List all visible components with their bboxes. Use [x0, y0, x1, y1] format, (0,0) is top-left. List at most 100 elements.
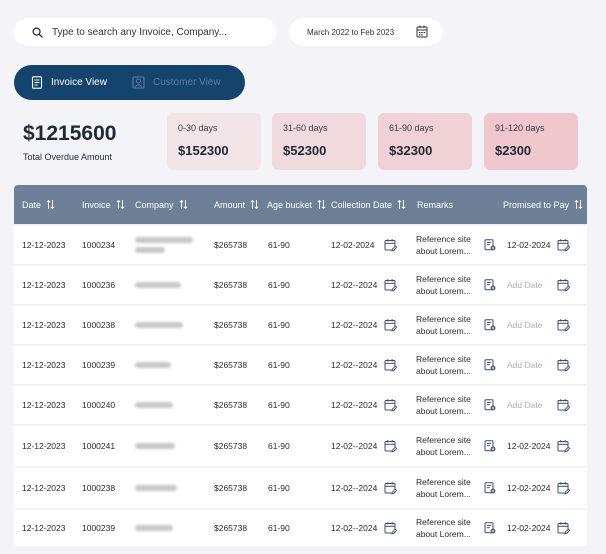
add-date-placeholder[interactable]: Add Date — [507, 306, 542, 344]
remark-edit-button[interactable] — [484, 399, 496, 411]
cell-invoice: 1000238 — [82, 320, 116, 330]
cell-amount: $265738 — [214, 441, 248, 451]
collection-date-edit[interactable] — [384, 440, 397, 453]
customer-view-label: Customer View — [152, 77, 221, 88]
cell-date: 12-12-2023 — [22, 523, 66, 533]
redacted-text — [135, 247, 165, 253]
collection-date-edit[interactable] — [384, 522, 397, 535]
th-collection-date[interactable]: Collection Date — [331, 185, 406, 224]
collection-date-edit[interactable] — [384, 279, 397, 292]
promised-date-edit[interactable] — [557, 482, 570, 495]
edit-calendar-icon[interactable] — [384, 359, 397, 372]
edit-calendar-icon[interactable] — [384, 440, 397, 453]
sort-icon[interactable] — [250, 199, 259, 210]
promised-date-edit[interactable] — [557, 399, 570, 412]
sort-icon[interactable] — [397, 199, 406, 210]
invoice-view-tab[interactable]: Invoice View — [31, 76, 107, 89]
edit-calendar-icon[interactable] — [384, 522, 397, 535]
add-date-placeholder[interactable]: Add Date — [507, 386, 542, 424]
edit-calendar-icon[interactable] — [557, 440, 570, 453]
bucket-label: 31-60 days — [283, 123, 328, 133]
edit-calendar-icon[interactable] — [557, 399, 570, 412]
table-row[interactable]: 12-12-2023 1000239 $265738 61-90 12-02--2024… — [14, 510, 587, 546]
sort-icon[interactable] — [317, 199, 326, 210]
remark-edit-icon[interactable] — [484, 359, 496, 371]
table-row[interactable]: 12-12-2023 1000241 $265738 61-90 12-02--2024… — [14, 426, 587, 466]
table-row[interactable]: 12-12-2023 1000240 $265738 61-90 12-02--2024… — [14, 386, 587, 424]
cell-amount: $265738 — [214, 320, 248, 330]
remark-line: about Lorem... — [416, 489, 471, 499]
edit-calendar-icon[interactable] — [384, 239, 397, 252]
promised-date-edit[interactable] — [557, 319, 570, 332]
th-company[interactable]: Company — [135, 185, 188, 224]
remark-edit-icon[interactable] — [484, 239, 496, 251]
remark-edit-button[interactable] — [484, 440, 496, 452]
search-bar[interactable] — [14, 18, 277, 46]
edit-calendar-icon[interactable] — [557, 359, 570, 372]
cell-age-bucket: 61-90 — [268, 360, 290, 370]
table-row[interactable]: 12-12-2023 1000238 $265738 61-90 12-02--2024… — [14, 468, 587, 508]
table-row[interactable]: 12-12-2023 1000238 $265738 61-90 12-02--2024… — [14, 306, 587, 344]
remark-line: Reference site — [416, 477, 471, 487]
table-row[interactable]: 12-12-2023 1000236 $265738 61-90 12-02--2024… — [14, 266, 587, 304]
th-date[interactable]: Date — [22, 185, 55, 224]
edit-calendar-icon[interactable] — [557, 319, 570, 332]
add-date-placeholder[interactable]: Add Date — [507, 266, 542, 304]
th-amount[interactable]: Amount — [214, 185, 259, 224]
sort-icon[interactable] — [116, 199, 125, 210]
edit-calendar-icon[interactable] — [384, 482, 397, 495]
table-row[interactable]: 12-12-2023 1000239 $265738 61-90 12-02--2024… — [14, 346, 587, 384]
edit-calendar-icon[interactable] — [557, 239, 570, 252]
remark-edit-button[interactable] — [484, 359, 496, 371]
collection-date-edit[interactable] — [384, 482, 397, 495]
th-invoice[interactable]: Invoice — [82, 185, 125, 224]
bucket-value: $52300 — [283, 143, 327, 158]
remark-edit-icon[interactable] — [484, 319, 496, 331]
sort-icon[interactable] — [179, 199, 188, 210]
cell-remarks: Reference site about Lorem... — [416, 386, 471, 424]
edit-calendar-icon[interactable] — [384, 319, 397, 332]
promised-date-edit[interactable] — [557, 359, 570, 372]
remark-edit-button[interactable] — [484, 319, 496, 331]
customer-view-tab[interactable]: Customer View — [132, 76, 221, 89]
th-promised-to-pay[interactable]: Promised to Pay — [503, 185, 583, 224]
remark-edit-icon[interactable] — [484, 522, 496, 534]
promised-date-edit[interactable] — [557, 279, 570, 292]
remark-edit-icon[interactable] — [484, 399, 496, 411]
bucket-label: 0-30 days — [178, 123, 218, 133]
edit-calendar-icon[interactable] — [557, 522, 570, 535]
promised-date-edit[interactable] — [557, 440, 570, 453]
bucket-card-0-30[interactable]: 0-30 days $152300 — [167, 113, 261, 170]
sort-icon[interactable] — [574, 199, 583, 210]
collection-date-edit[interactable] — [384, 359, 397, 372]
bucket-card-91-120[interactable]: 91-120 days $2300 — [484, 113, 578, 170]
remark-edit-button[interactable] — [484, 279, 496, 291]
collection-date-edit[interactable] — [384, 399, 397, 412]
edit-calendar-icon[interactable] — [557, 279, 570, 292]
remark-edit-icon[interactable] — [484, 482, 496, 494]
edit-calendar-icon[interactable] — [557, 482, 570, 495]
edit-calendar-icon[interactable] — [384, 399, 397, 412]
cell-invoice: 1000240 — [82, 400, 116, 410]
remark-edit-icon[interactable] — [484, 279, 496, 291]
bucket-card-61-90[interactable]: 61-90 days $32300 — [378, 113, 472, 170]
remark-edit-button[interactable] — [484, 239, 496, 251]
th-age-bucket[interactable]: Age bucket — [267, 185, 326, 224]
search-input[interactable] — [52, 26, 252, 38]
add-date-placeholder[interactable]: Add Date — [507, 346, 542, 384]
calendar-icon[interactable] — [416, 25, 428, 38]
remark-edit-icon[interactable] — [484, 440, 496, 452]
collection-date-edit[interactable] — [384, 239, 397, 252]
collection-date-edit[interactable] — [384, 319, 397, 332]
remark-edit-button[interactable] — [484, 522, 496, 534]
promised-date-edit[interactable] — [557, 239, 570, 252]
remark-edit-button[interactable] — [484, 482, 496, 494]
promised-date-edit[interactable] — [557, 522, 570, 535]
edit-calendar-icon[interactable] — [384, 279, 397, 292]
sort-icon[interactable] — [46, 199, 55, 210]
table-row[interactable]: 12-12-2023 1000234 $265738 61-90 12-02-2024 R… — [14, 226, 587, 264]
date-range-picker[interactable]: March 2022 to Feb 2023 — [289, 18, 442, 46]
th-remarks: Remarks — [417, 185, 453, 224]
bucket-card-31-60[interactable]: 31-60 days $52300 — [272, 113, 366, 170]
cell-date: 12-12-2023 — [22, 240, 66, 250]
